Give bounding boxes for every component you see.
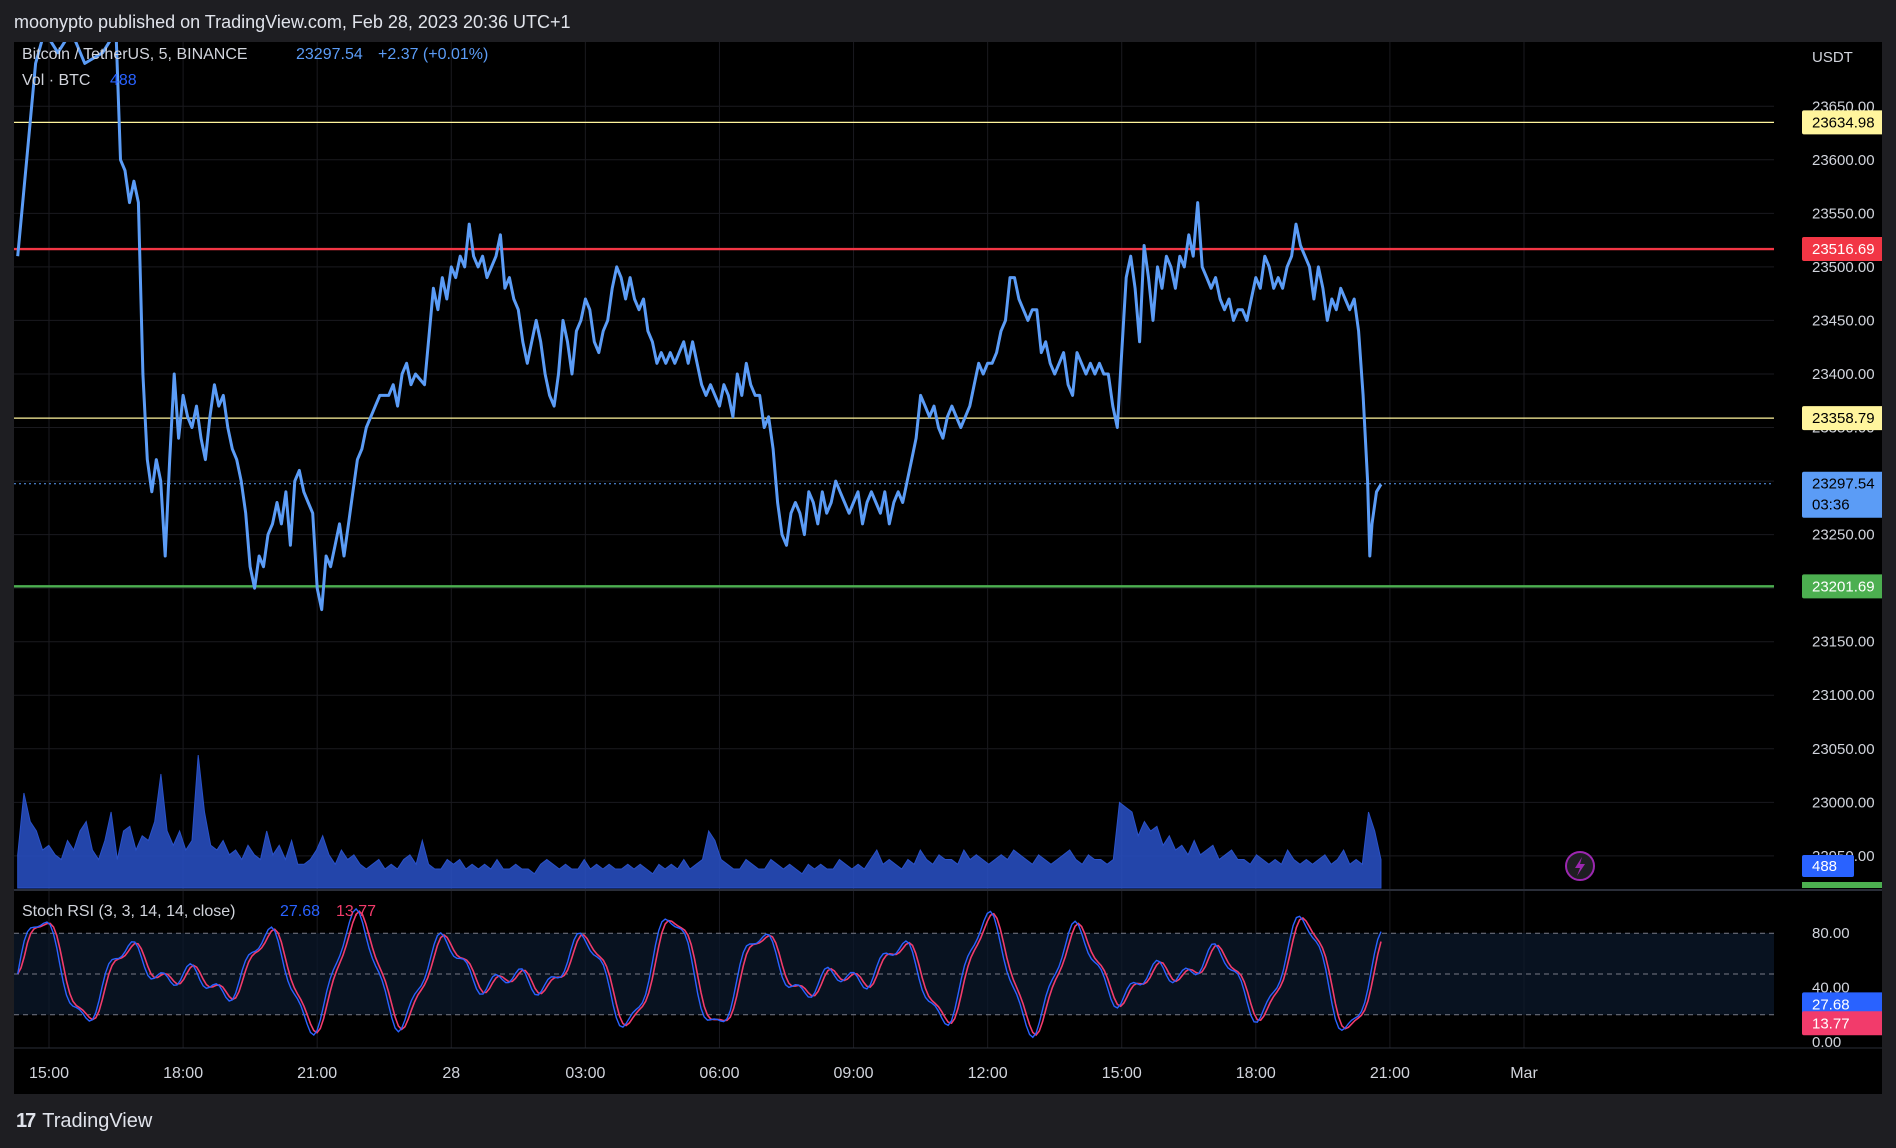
- stoch-tick-label: 80.00: [1812, 925, 1850, 942]
- tradingview-brand[interactable]: 17 TradingView: [16, 1110, 152, 1133]
- price-tick-label: 23500.00: [1812, 259, 1875, 276]
- currency-label: USDT: [1812, 49, 1853, 66]
- tradingview-logo-icon: 17: [16, 1110, 36, 1132]
- publish-info: moonypto published on TradingView.com, F…: [14, 12, 571, 32]
- volume-area: [17, 754, 1382, 889]
- lightning-icon[interactable]: [1565, 851, 1595, 881]
- time-tick-label: 28: [442, 1065, 460, 1082]
- volume-histogram: [17, 754, 1382, 889]
- stoch-d-value: 13.77: [336, 903, 376, 920]
- stoch-k-badge-label: 27.68: [1812, 996, 1850, 1013]
- grid-lines: [14, 42, 1774, 1048]
- time-tick-label: 03:00: [565, 1065, 605, 1082]
- volume-ma-badge: [1802, 882, 1882, 888]
- publish-header: moonypto published on TradingView.com, F…: [0, 0, 1896, 42]
- time-tick-label: 21:00: [1370, 1065, 1410, 1082]
- time-tick-label: 12:00: [968, 1065, 1008, 1082]
- price-series-line: [16, 42, 1383, 612]
- volume-label: Vol · BTC: [22, 72, 90, 89]
- time-tick-label: 18:00: [163, 1065, 203, 1082]
- legend-price: 23297.54: [296, 46, 363, 63]
- level-price-label: 23201.69: [1812, 578, 1875, 595]
- chart-legend: Bitcoin / TetherUS, 5, BINANCE 23297.54 …: [22, 46, 488, 920]
- price-tick-label: 23550.00: [1812, 205, 1875, 222]
- time-tick-label: Mar: [1510, 1065, 1538, 1082]
- price-tick-label: 23250.00: [1812, 527, 1875, 544]
- footer: 17 TradingView: [0, 1094, 1896, 1148]
- volume-value: 488: [110, 72, 137, 89]
- price-tick-label: 23400.00: [1812, 366, 1875, 383]
- price-tick-label: 23600.00: [1812, 152, 1875, 169]
- price-tick-label: 23050.00: [1812, 741, 1875, 758]
- price-chart[interactable]: USDT23650.0023600.0023550.0023500.002345…: [14, 42, 1882, 1094]
- stoch-rsi-label: Stoch RSI (3, 3, 14, 14, close): [22, 903, 235, 920]
- brand-name: TradingView: [42, 1110, 153, 1132]
- price-tick-label: 23150.00: [1812, 634, 1875, 651]
- price-axis-bg: [1774, 42, 1882, 1048]
- horizontal-levels[interactable]: [14, 121, 1774, 588]
- time-tick-label: 15:00: [1102, 1065, 1142, 1082]
- level-price-label: 23516.69: [1812, 241, 1875, 258]
- time-tick-label: 18:00: [1236, 1065, 1276, 1082]
- stoch-d-badge-label: 13.77: [1812, 1015, 1850, 1032]
- price-tick-label: 23000.00: [1812, 794, 1875, 811]
- price-tick-label: 23450.00: [1812, 312, 1875, 329]
- countdown-label: 03:36: [1812, 497, 1850, 514]
- legend-change: +2.37 (+0.01%): [378, 46, 488, 63]
- chart-frame[interactable]: USDT 23650.00 23600.00 23550.00 23500.00 2345…: [14, 42, 1882, 1094]
- level-price-label: 23634.98: [1812, 114, 1875, 131]
- stoch-k-value: 27.68: [280, 903, 320, 920]
- time-tick-label: 21:00: [297, 1065, 337, 1082]
- time-tick-label: 06:00: [699, 1065, 739, 1082]
- price-axis[interactable]: USDT23650.0023600.0023550.0023500.002345…: [1774, 42, 1882, 1051]
- symbol-label: Bitcoin / TetherUS, 5, BINANCE: [22, 46, 248, 63]
- time-tick-label: 09:00: [834, 1065, 874, 1082]
- level-price-label: 23358.79: [1812, 410, 1875, 427]
- time-axis[interactable]: 15:00 18:00 21:00 28 03:00 06:00 09:00 12:00 15:…: [14, 1047, 1882, 1082]
- last-price-label: 23297.54: [1812, 476, 1875, 493]
- time-tick-label: 15:00: [29, 1065, 69, 1082]
- volume-badge-label: 488: [1812, 858, 1837, 875]
- stoch-rsi-pane: [14, 907, 1774, 1039]
- price-tick-label: 23100.00: [1812, 687, 1875, 704]
